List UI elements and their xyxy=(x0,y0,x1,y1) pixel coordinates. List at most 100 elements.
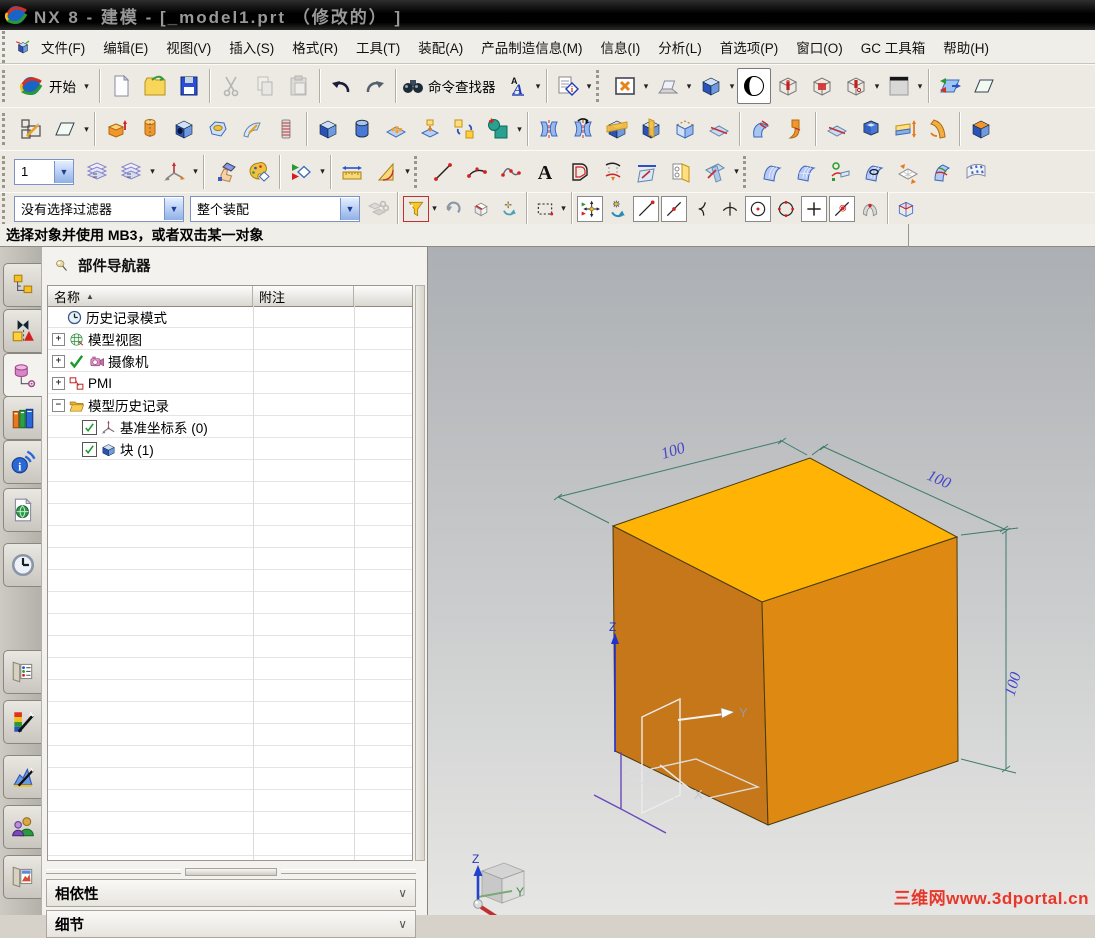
work-layer-combo[interactable]: 1 ▼ xyxy=(14,158,74,185)
sidebar-item-visualization[interactable] xyxy=(3,700,41,744)
combo-arrow-icon[interactable]: ▼ xyxy=(164,197,183,220)
paste-button[interactable] xyxy=(282,68,316,104)
copy-button[interactable] xyxy=(248,68,282,104)
cylinder-button[interactable] xyxy=(345,111,379,147)
object-display-button[interactable] xyxy=(208,154,242,190)
shell-button[interactable] xyxy=(854,111,888,147)
project-curve-button[interactable] xyxy=(596,154,630,190)
dependencies-section[interactable]: 相依性 ∨ xyxy=(46,879,416,907)
background-plain-button[interactable] xyxy=(882,68,916,104)
sidebar-item-hd3d-tool[interactable] xyxy=(3,440,41,484)
spline-button[interactable] xyxy=(494,154,528,190)
menubar-grip[interactable] xyxy=(2,30,11,63)
model-canvas[interactable]: 100 100 100 Z Y X Y Z xyxy=(428,247,1095,920)
assembly-select-button[interactable] xyxy=(360,191,394,227)
menu-tools[interactable]: 工具(T) xyxy=(347,33,409,61)
shaded-view-button[interactable] xyxy=(694,68,728,104)
selection-scope-combo[interactable]: 整个装配 ▼ xyxy=(190,195,360,222)
annotation-font-button[interactable] xyxy=(500,68,534,104)
sketch-viewer-button[interactable] xyxy=(651,68,685,104)
text-button[interactable] xyxy=(528,154,562,190)
tree-row-model-history[interactable]: − 模型历史记录 xyxy=(48,394,412,416)
boss-button[interactable] xyxy=(201,111,235,147)
toolbar-grip[interactable] xyxy=(595,70,605,102)
tree-row-block[interactable]: 块 (1) xyxy=(48,438,412,460)
collapse-icon[interactable]: − xyxy=(52,398,65,412)
new-button[interactable] xyxy=(104,68,138,104)
sidebar-item-roles[interactable] xyxy=(3,805,41,849)
tree-row-cameras[interactable]: + 摄像机 xyxy=(48,350,412,372)
tree-row-pmi[interactable]: + PMI xyxy=(48,372,412,394)
curve-point-snap-button[interactable] xyxy=(689,196,715,222)
flange-button[interactable] xyxy=(778,111,812,147)
sidebar-item-constraint-navigator[interactable] xyxy=(3,309,41,353)
menu-analysis[interactable]: 分析(L) xyxy=(649,33,711,61)
offset-face-button[interactable] xyxy=(964,111,998,147)
menu-gc-toolbox[interactable]: GC 工具箱 xyxy=(852,33,935,61)
intersection-curve-button[interactable] xyxy=(698,154,732,190)
mirror-feature-button[interactable] xyxy=(532,111,566,147)
sidebar-item-windows[interactable] xyxy=(3,855,41,899)
toolbar-grip[interactable] xyxy=(2,155,11,188)
details-section[interactable]: 细节 ∨ xyxy=(46,910,416,938)
panel-splitter[interactable] xyxy=(46,867,416,876)
expand-icon[interactable]: + xyxy=(52,332,65,346)
endpoint-snap-button[interactable] xyxy=(633,195,659,222)
sidebar-item-scene-visualization[interactable] xyxy=(3,755,41,799)
wcs-orientation-button[interactable] xyxy=(157,154,191,190)
show-hide-button[interactable] xyxy=(284,154,318,190)
toolbar-grip[interactable] xyxy=(743,155,752,188)
tree-row-history-mode[interactable]: 历史记录模式 xyxy=(48,306,412,328)
block-button[interactable] xyxy=(311,111,345,147)
rollback-button[interactable] xyxy=(440,196,466,222)
menu-assemblies[interactable]: 装配(A) xyxy=(409,33,472,61)
command-finder-button[interactable]: 命令查找器 xyxy=(400,68,500,104)
offset-sheet-button[interactable] xyxy=(820,111,854,147)
block-solid[interactable] xyxy=(611,457,959,826)
arc-button[interactable] xyxy=(460,154,494,190)
midpoint-snap-button[interactable] xyxy=(661,195,687,222)
menu-format[interactable]: 格式(R) xyxy=(283,33,347,61)
section-cube-button[interactable] xyxy=(805,68,839,104)
rotate-point-button[interactable] xyxy=(496,196,522,222)
menu-preferences[interactable]: 首选项(P) xyxy=(711,33,788,61)
sidebar-item-part-navigator[interactable] xyxy=(3,353,43,397)
hole-button[interactable] xyxy=(167,111,201,147)
sweep-button[interactable] xyxy=(744,111,778,147)
snap-orient-button[interactable] xyxy=(605,196,631,222)
menu-insert[interactable]: 插入(S) xyxy=(220,33,283,61)
sheet-bend-button[interactable] xyxy=(922,111,956,147)
combo-arrow-icon[interactable]: ▼ xyxy=(54,160,73,183)
redo-button[interactable] xyxy=(358,68,392,104)
sidebar-item-web-browser[interactable] xyxy=(3,488,41,532)
ruled-surface-button[interactable] xyxy=(755,154,789,190)
column-note[interactable]: 附注 xyxy=(253,286,354,306)
point-on-face-snap-button[interactable] xyxy=(857,196,883,222)
revolve-button[interactable] xyxy=(133,111,167,147)
chevron-down-icon[interactable]: ∨ xyxy=(398,917,407,931)
section-cylinder-button[interactable] xyxy=(771,68,805,104)
tree-row-datum-csys[interactable]: 基准坐标系 (0) xyxy=(48,416,412,438)
section-curve-button[interactable] xyxy=(664,154,698,190)
edge-display-button[interactable] xyxy=(967,68,1001,104)
layer-visible-in-view-button[interactable] xyxy=(114,154,148,190)
menu-view[interactable]: 视图(V) xyxy=(157,33,220,61)
expand-icon[interactable]: + xyxy=(52,354,65,368)
emboss-button[interactable] xyxy=(413,111,447,147)
render-style-button[interactable] xyxy=(736,68,771,104)
information-note-button[interactable] xyxy=(551,68,585,104)
combo-arrow-icon[interactable]: ▼ xyxy=(340,197,359,220)
menu-file[interactable]: 文件(F) xyxy=(32,33,94,61)
menu-information[interactable]: 信息(I) xyxy=(592,33,650,61)
menu-pmi[interactable]: 产品制造信息(M) xyxy=(472,33,591,61)
trimmed-sheet-button[interactable] xyxy=(668,111,702,147)
deselect-button[interactable] xyxy=(468,196,494,222)
checkbox-checked[interactable] xyxy=(82,419,97,435)
clip-section-button[interactable] xyxy=(933,68,967,104)
role-palette-button[interactable] xyxy=(242,154,276,190)
flag-surface-button[interactable] xyxy=(959,154,993,190)
expand-icon[interactable]: + xyxy=(52,376,65,390)
tree-row-model-views[interactable]: + 模型视图 xyxy=(48,328,412,350)
section-surface-button[interactable] xyxy=(925,154,959,190)
studio-surface-button[interactable] xyxy=(891,154,925,190)
